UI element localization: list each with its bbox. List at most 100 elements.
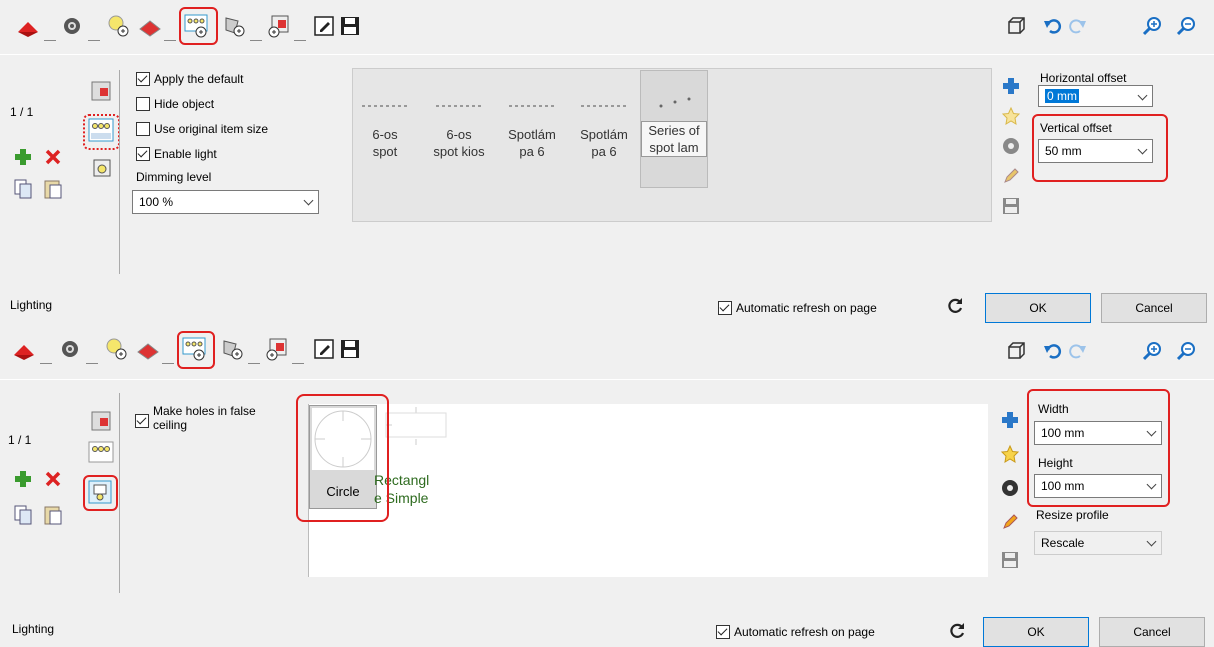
undo-icon[interactable]: [1040, 339, 1064, 363]
zoom-out-icon[interactable]: [1174, 14, 1198, 38]
original-size-checkbox[interactable]: Use original item size: [136, 122, 268, 136]
roof-icon[interactable]: [12, 339, 36, 363]
catalog-item[interactable]: 6-os spot: [355, 100, 415, 160]
hide-object-box[interactable]: [136, 97, 150, 111]
save-item-icon[interactable]: [1000, 550, 1022, 572]
settings-icon[interactable]: [1001, 136, 1023, 158]
make-holes-checkbox[interactable]: Make holes in false ceiling: [135, 404, 278, 432]
copy-icon[interactable]: [12, 178, 34, 200]
auto-refresh-label: Automatic refresh on page: [736, 301, 877, 315]
ok-button[interactable]: OK: [985, 293, 1091, 323]
hide-object-checkbox[interactable]: Hide object: [136, 97, 214, 111]
catalog-item[interactable]: 6-os spot kios: [425, 100, 493, 160]
catalog-item-line1: Spotlám: [508, 127, 556, 142]
dimming-select[interactable]: 100 %: [132, 190, 319, 214]
cancel-button[interactable]: Cancel: [1099, 617, 1205, 647]
original-size-label: Use original item size: [154, 122, 269, 136]
apply-default-box[interactable]: [136, 72, 150, 86]
block-icon[interactable]: [90, 410, 112, 432]
save-icon[interactable]: [338, 14, 362, 38]
save-icon[interactable]: [338, 337, 362, 361]
chevron-down-icon: [303, 195, 314, 206]
catalog-item-caption: Series of spot lam: [641, 121, 707, 157]
item-counter: 1 / 1: [10, 105, 34, 119]
star-icon[interactable]: [1000, 444, 1022, 466]
zoom-in-icon[interactable]: [1140, 339, 1164, 363]
bulb-add-icon[interactable]: [104, 337, 128, 361]
copy-icon[interactable]: [12, 504, 34, 526]
lights-tab-highlight: [177, 331, 215, 369]
undo-icon[interactable]: [1040, 14, 1064, 38]
roof-shape-icon[interactable]: [138, 16, 162, 40]
zoom-in-icon[interactable]: [1140, 14, 1164, 38]
ok-button[interactable]: OK: [983, 617, 1089, 647]
edit-doc-icon[interactable]: [312, 337, 336, 361]
enable-light-checkbox[interactable]: Enable light: [136, 147, 217, 161]
pencil-icon[interactable]: [1001, 166, 1023, 188]
refresh-icon[interactable]: [947, 621, 969, 643]
bulb-add-icon[interactable]: [106, 14, 130, 38]
original-size-box[interactable]: [136, 122, 150, 136]
add-icon[interactable]: [12, 468, 34, 490]
enable-light-label: Enable light: [154, 147, 217, 161]
roof-icon[interactable]: [16, 16, 40, 40]
gear-icon[interactable]: [58, 337, 82, 361]
lighting-panel-bottom: 1 / 1 Make holes in false ceiling Circle…: [0, 323, 1214, 647]
pencil-icon[interactable]: [1000, 512, 1022, 534]
plus-icon[interactable]: [1000, 410, 1022, 432]
view-3d-icon[interactable]: [1004, 339, 1028, 363]
lamp-icon[interactable]: [92, 158, 114, 180]
catalog-item[interactable]: Spotlám pa 6: [572, 100, 636, 160]
zoom-out-icon[interactable]: [1174, 339, 1198, 363]
block-icon[interactable]: [90, 80, 112, 102]
roof-shape-icon[interactable]: [136, 339, 160, 363]
catalog-item-line1: Spotlám: [580, 127, 628, 142]
horizontal-offset-select[interactable]: 0 mm: [1038, 85, 1153, 107]
paste-icon[interactable]: [42, 504, 64, 526]
save-item-icon[interactable]: [1001, 196, 1023, 218]
catalog-item-line2: pa 6: [591, 144, 617, 159]
apply-default-checkbox[interactable]: Apply the default: [136, 72, 243, 86]
side-divider: [119, 393, 120, 593]
lamp-add-icon[interactable]: [220, 337, 244, 361]
add-icon[interactable]: [12, 146, 34, 168]
make-holes-box[interactable]: [135, 414, 149, 428]
catalog-item-line2: spot: [372, 144, 398, 159]
hole-icon-highlight: [83, 475, 118, 511]
auto-refresh-checkbox[interactable]: Automatic refresh on page: [716, 625, 875, 639]
paste-icon[interactable]: [42, 178, 64, 200]
redo-icon[interactable]: [1066, 14, 1090, 38]
lighting-panel-top: 1 / 1 Apply the default Hide object Use …: [0, 0, 1214, 323]
catalog-item-selected[interactable]: Series of spot lam: [640, 70, 708, 188]
view-3d-icon[interactable]: [1004, 14, 1028, 38]
size-highlight: [1027, 389, 1170, 507]
enable-light-box[interactable]: [136, 147, 150, 161]
redo-icon[interactable]: [1066, 339, 1090, 363]
edit-doc-icon[interactable]: [312, 14, 336, 38]
refresh-icon[interactable]: [945, 296, 967, 318]
cancel-button[interactable]: Cancel: [1101, 293, 1207, 323]
chevron-down-icon: [1146, 536, 1157, 547]
resize-profile-select[interactable]: Rescale: [1034, 531, 1162, 555]
block-add-icon[interactable]: [264, 337, 288, 361]
plus-icon[interactable]: [1001, 76, 1023, 98]
auto-refresh-checkbox[interactable]: Automatic refresh on page: [718, 301, 877, 315]
catalog-item-line2: spot kios: [433, 144, 485, 159]
catalog-item[interactable]: Spotlám pa 6: [499, 100, 565, 160]
gear-icon[interactable]: [60, 14, 84, 38]
make-holes-label: Make holes in false ceiling: [153, 404, 256, 432]
delete-icon[interactable]: [42, 468, 64, 490]
block-add-icon[interactable]: [266, 14, 290, 38]
lights-tab-highlight: [179, 7, 218, 45]
lamp-add-icon[interactable]: [222, 14, 246, 38]
settings-icon[interactable]: [1000, 478, 1022, 500]
star-icon[interactable]: [1001, 106, 1023, 128]
resize-profile-value: Rescale: [1041, 536, 1085, 550]
auto-refresh-box[interactable]: [718, 301, 732, 315]
lights-list-icon[interactable]: [88, 441, 114, 467]
toolbar-divider: [0, 379, 1214, 380]
circle-highlight: [296, 394, 389, 522]
chevron-down-icon: [1137, 90, 1148, 101]
delete-icon[interactable]: [42, 146, 64, 168]
auto-refresh-box[interactable]: [716, 625, 730, 639]
